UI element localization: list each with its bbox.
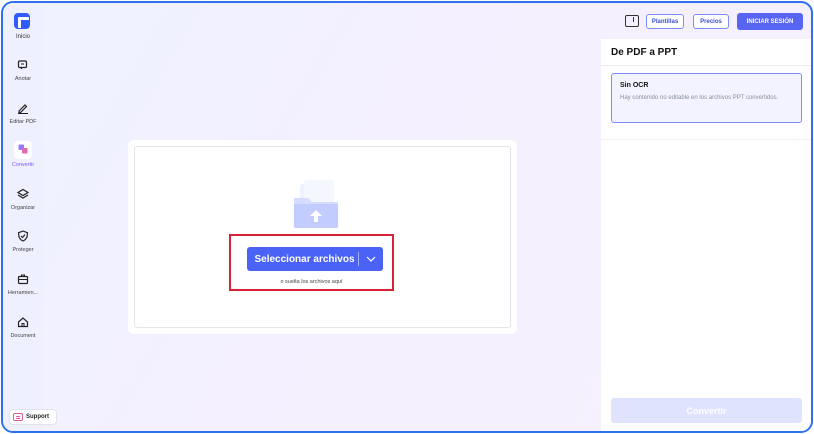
sidebar-item-organize[interactable]: Organizar <box>3 186 43 211</box>
app-window: Inicio Anotar Editar PDF Convertir Organ… <box>1 1 813 433</box>
drop-hint-text: o suelta los archivos aquí <box>280 279 343 285</box>
support-chat-icon <box>13 413 23 421</box>
sidebar-item-edit-pdf[interactable]: Editar PDF <box>3 100 43 125</box>
pen-icon <box>15 100 31 116</box>
divider <box>601 139 811 140</box>
convert-button[interactable]: Convertir <box>611 398 802 423</box>
sidebar-item-label: Convertir <box>11 162 35 168</box>
select-files-label: Seleccionar archivos <box>254 253 355 265</box>
shield-icon <box>15 228 31 244</box>
sidebar-item-convert[interactable]: Convertir <box>3 141 43 168</box>
sidebar-item-label: Editar PDF <box>9 119 37 125</box>
sidebar: Inicio Anotar Editar PDF Convertir Organ… <box>3 3 57 431</box>
login-button[interactable]: INICIAR SESIÓN <box>737 13 803 30</box>
download-icon[interactable] <box>625 15 639 27</box>
sidebar-item-home-label[interactable]: Inicio <box>3 34 43 40</box>
panel-title: De PDF a PPT <box>611 47 678 58</box>
layers-icon <box>15 186 31 202</box>
sidebar-item-label: Anotar <box>14 76 32 82</box>
sidebar-item-label: Proteger <box>12 247 34 253</box>
app-logo-icon[interactable] <box>14 13 30 29</box>
upload-card: Seleccionar archivos o suelta los archiv… <box>128 140 517 334</box>
sidebar-item-protect[interactable]: Proteger <box>3 228 43 253</box>
sidebar-item-label: Document <box>10 333 36 339</box>
toolbox-icon <box>15 271 31 287</box>
ocr-option-title: Sin OCR <box>620 82 649 89</box>
select-files-button[interactable]: Seleccionar archivos <box>247 247 383 271</box>
top-bar: Plantillas Precios INICIAR SESIÓN <box>43 3 811 39</box>
templates-button[interactable]: Plantillas <box>646 14 684 29</box>
chat-edit-icon <box>15 57 31 73</box>
sidebar-item-label: Organizar <box>10 205 36 211</box>
divider <box>601 65 811 66</box>
folder-upload-icon <box>294 180 338 228</box>
sidebar-item-annotate[interactable]: Anotar <box>3 57 43 82</box>
sidebar-item-document[interactable]: Document <box>3 314 43 339</box>
conversion-panel: De PDF a PPT Sin OCR Hay contenido no ed… <box>601 39 811 431</box>
pricing-button[interactable]: Precios <box>693 14 729 29</box>
no-ocr-option[interactable]: Sin OCR Hay contenido no editable en los… <box>611 73 802 123</box>
chevron-down-icon[interactable] <box>359 256 383 262</box>
ocr-option-description: Hay contenido no editable en los archivo… <box>620 95 779 101</box>
sidebar-item-tools[interactable]: Herramien... <box>3 271 43 296</box>
convert-icon <box>14 141 32 159</box>
sidebar-item-label: Herramien... <box>7 290 39 296</box>
main-area: Seleccionar archivos o suelta los archiv… <box>43 39 601 431</box>
home-icon <box>15 314 31 330</box>
